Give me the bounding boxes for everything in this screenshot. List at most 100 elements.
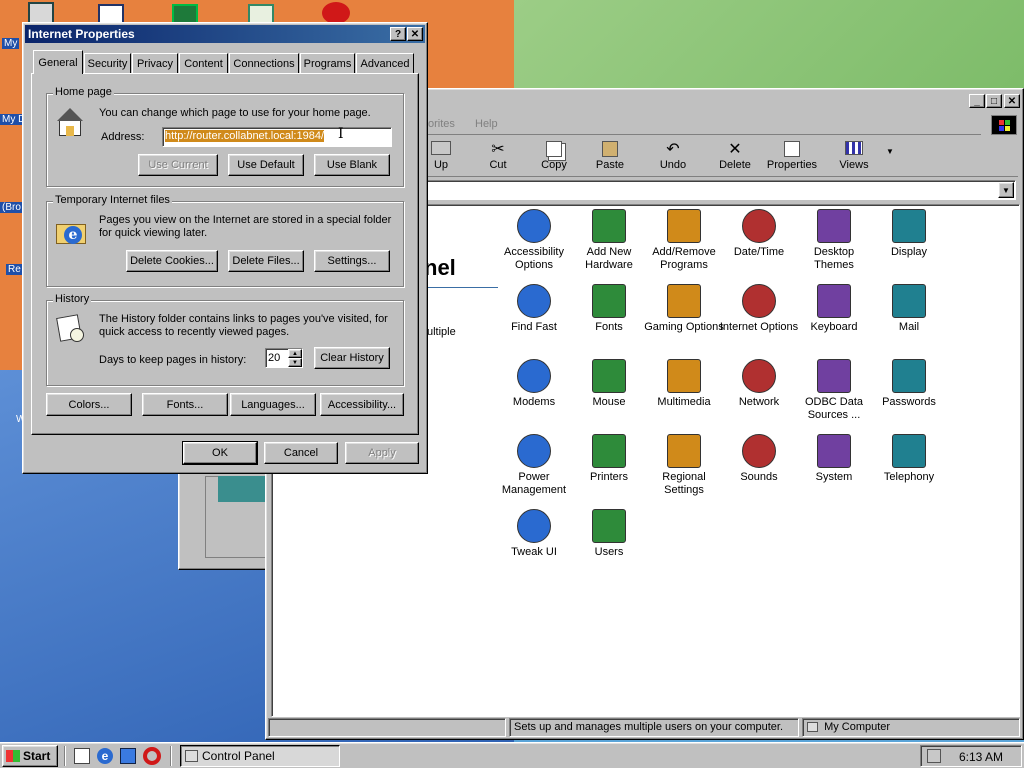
control-panel-small-icon xyxy=(185,750,198,762)
stepper-down-button[interactable]: ▼ xyxy=(288,358,302,367)
cp-item-power-management[interactable]: Power Management xyxy=(494,434,574,497)
toolbar-up-button[interactable]: Up xyxy=(426,141,456,171)
opera-quicklaunch-icon[interactable] xyxy=(143,747,161,765)
tray-settings-icon[interactable] xyxy=(927,749,941,763)
cp-item-find-fast[interactable]: Find Fast xyxy=(494,284,574,334)
toolbar-copy-button[interactable]: Copy xyxy=(534,141,574,171)
use-blank-button[interactable]: Use Blank xyxy=(314,154,390,176)
cp-item-mouse[interactable]: Mouse xyxy=(569,359,649,409)
cp-item-label: Date/Time xyxy=(733,246,785,258)
cp-item-display[interactable]: Display xyxy=(869,209,949,259)
telephony-icon xyxy=(892,434,926,468)
ie-quicklaunch-icon[interactable]: e xyxy=(97,748,113,764)
views-dropdown-arrow-icon[interactable]: ▼ xyxy=(886,147,894,156)
cancel-button[interactable]: Cancel xyxy=(264,442,338,464)
tab-privacy[interactable]: Privacy xyxy=(132,53,178,73)
cp-item-label: Printers xyxy=(590,471,628,483)
toolbar-undo-button[interactable]: ↶ Undo xyxy=(653,141,693,171)
stepper-up-button[interactable]: ▲ xyxy=(288,349,302,358)
copy-icon xyxy=(546,141,562,157)
start-button[interactable]: Start xyxy=(2,745,58,767)
desktop-icon-label[interactable]: My xyxy=(2,38,20,49)
history-description-line1: The History folder contains links to pag… xyxy=(99,313,388,325)
cp-item-label: Regional Settings xyxy=(662,471,706,496)
edit-quicklaunch-icon[interactable] xyxy=(74,748,90,764)
tab-advanced[interactable]: Advanced xyxy=(356,53,414,73)
cp-item-add-remove-programs[interactable]: Add/Remove Programs xyxy=(644,209,724,272)
scissors-icon: ✂ xyxy=(491,141,505,158)
status-text-pane: Sets up and manages multiple users on yo… xyxy=(509,718,799,737)
my-computer-desktop-icon[interactable] xyxy=(28,2,54,24)
clock[interactable]: 6:13 AM xyxy=(959,750,1003,764)
settings-button[interactable]: Settings... xyxy=(314,250,390,272)
fonts-button[interactable]: Fonts... xyxy=(142,393,228,416)
system-icon xyxy=(817,434,851,468)
maximize-button[interactable]: □ xyxy=(986,94,1002,108)
cp-item-regional-settings[interactable]: Regional Settings xyxy=(644,434,724,497)
ok-button[interactable]: OK xyxy=(182,441,258,465)
temp-description-line1: Pages you view on the Internet are store… xyxy=(99,214,392,226)
use-current-button[interactable]: Use Current xyxy=(138,154,218,176)
status-text: Sets up and manages multiple users on yo… xyxy=(514,721,784,733)
cp-item-printers[interactable]: Printers xyxy=(569,434,649,484)
desktop-icon-label[interactable]: Re xyxy=(6,264,23,275)
tab-general[interactable]: General xyxy=(33,50,83,74)
delete-files-button[interactable]: Delete Files... xyxy=(228,250,304,272)
cp-item-accessibility-options[interactable]: Accessibility Options xyxy=(494,209,574,272)
history-icon xyxy=(56,314,86,342)
toolbar-properties-button[interactable]: Properties xyxy=(764,141,820,171)
cp-item-keyboard[interactable]: Keyboard xyxy=(794,284,874,334)
toolbar-label: Delete xyxy=(719,159,751,171)
cp-item-label: Accessibility Options xyxy=(504,246,564,271)
cp-item-telephony[interactable]: Telephony xyxy=(869,434,949,484)
cp-item-fonts[interactable]: Fonts xyxy=(569,284,649,334)
cp-item-internet-options[interactable]: Internet Options xyxy=(719,284,799,334)
cp-item-date-time[interactable]: Date/Time xyxy=(719,209,799,259)
desktop-icon-label[interactable]: (Bro xyxy=(0,202,23,213)
tab-connections[interactable]: Connections xyxy=(229,53,299,73)
delete-cookies-button[interactable]: Delete Cookies... xyxy=(126,250,218,272)
cp-item-label: Power Management xyxy=(501,471,567,496)
accessibility-button[interactable]: Accessibility... xyxy=(320,393,404,416)
languages-button[interactable]: Languages... xyxy=(230,393,316,416)
toolbar-paste-button[interactable]: Paste xyxy=(590,141,630,171)
cp-item-desktop-themes[interactable]: Desktop Themes xyxy=(794,209,874,272)
cp-item-modems[interactable]: Modems xyxy=(494,359,574,409)
cp-item-label: ODBC Data Sources ... xyxy=(804,396,864,421)
minimize-button[interactable]: _ xyxy=(969,94,985,108)
menu-favorites[interactable]: orites xyxy=(428,118,455,130)
cp-item-multimedia[interactable]: Multimedia xyxy=(644,359,724,409)
cp-item-network[interactable]: Network xyxy=(719,359,799,409)
cp-item-tweak-ui[interactable]: Tweak UI xyxy=(494,509,574,559)
toolbar-cut-button[interactable]: ✂ Cut xyxy=(478,141,518,171)
cp-item-sounds[interactable]: Sounds xyxy=(719,434,799,484)
close-button[interactable]: ✕ xyxy=(1004,94,1020,108)
cp-item-system[interactable]: System xyxy=(794,434,874,484)
cp-item-passwords[interactable]: Passwords xyxy=(869,359,949,409)
clear-history-button[interactable]: Clear History xyxy=(314,347,390,369)
cp-item-gaming-options[interactable]: Gaming Options xyxy=(644,284,724,334)
help-button[interactable]: ? xyxy=(390,27,406,41)
home-address-input[interactable]: http://router.collabnet.local:1984/ xyxy=(162,127,392,147)
use-default-button[interactable]: Use Default xyxy=(228,154,304,176)
tab-programs[interactable]: Programs xyxy=(300,53,355,73)
cp-item-users[interactable]: Users xyxy=(569,509,649,559)
menu-help[interactable]: Help xyxy=(475,118,498,130)
cp-item-add-new-hardware[interactable]: Add New Hardware xyxy=(569,209,649,272)
cp-item-label: Mouse xyxy=(592,396,626,408)
toolbar-delete-button[interactable]: ✕ Delete xyxy=(714,141,756,171)
toolbar-views-button[interactable]: Views xyxy=(834,141,874,171)
taskbar-control-panel[interactable]: Control Panel xyxy=(180,745,340,767)
tab-security[interactable]: Security xyxy=(84,53,131,73)
opera-desktop-icon[interactable] xyxy=(322,2,350,24)
colors-button[interactable]: Colors... xyxy=(46,393,132,416)
cp-item-mail[interactable]: Mail xyxy=(869,284,949,334)
apply-button[interactable]: Apply xyxy=(345,442,419,464)
days-to-keep-stepper[interactable]: 20 ▲ ▼ xyxy=(265,348,303,368)
tab-content[interactable]: Content xyxy=(179,53,228,73)
close-button[interactable]: ✕ xyxy=(407,27,423,41)
mail-icon xyxy=(892,284,926,318)
outlook-quicklaunch-icon[interactable] xyxy=(120,748,136,764)
cp-item-odbc-data-sources[interactable]: ODBC Data Sources ... xyxy=(794,359,874,422)
address-dropdown-button[interactable]: ▼ xyxy=(998,182,1014,198)
